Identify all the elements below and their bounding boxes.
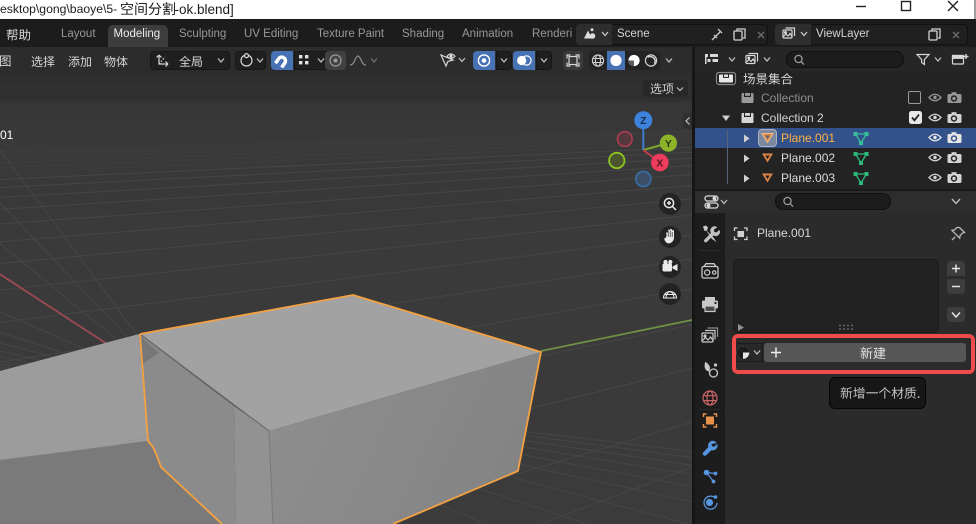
svg-text:Z: Z bbox=[640, 115, 647, 127]
svg-text:X: X bbox=[656, 157, 663, 169]
svg-text:Y: Y bbox=[665, 138, 672, 150]
